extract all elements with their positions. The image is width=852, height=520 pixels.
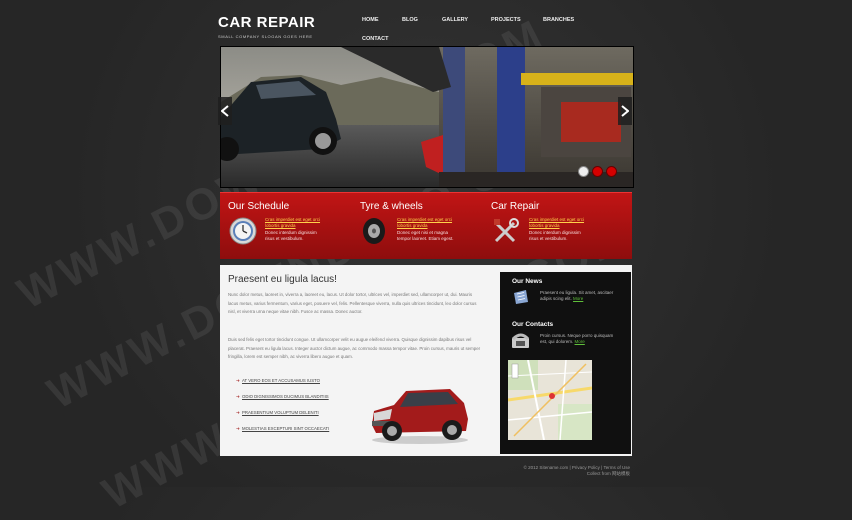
news-more-link[interactable]: More bbox=[573, 296, 583, 301]
newspaper-icon bbox=[514, 290, 528, 304]
feature-text: Donec interdum dignissim risus et vestib… bbox=[529, 230, 581, 241]
phone-icon bbox=[511, 333, 530, 348]
red-suv-image bbox=[372, 389, 468, 444]
nav-projects[interactable]: PROJECTS bbox=[491, 17, 521, 23]
slider-pagination bbox=[578, 166, 617, 177]
slider-next-button[interactable] bbox=[618, 97, 632, 125]
chevron-right-icon bbox=[621, 105, 629, 117]
chevron-left-icon bbox=[221, 105, 229, 117]
main-paragraph: Nunc dolor metus, laoreet in, viverra a,… bbox=[228, 292, 477, 314]
feature-link[interactable]: Cras imperdiet est eget orci lobortis gr… bbox=[265, 217, 325, 229]
slider-dot[interactable] bbox=[592, 166, 603, 177]
news-title: Our News bbox=[512, 278, 543, 285]
contacts-more-link[interactable]: More bbox=[575, 339, 585, 344]
news-text: Praesent eu ligula. Sit amet, ascitaer a… bbox=[540, 290, 620, 302]
feature-link[interactable]: Cras imperdiet est eget orci lobortis gr… bbox=[529, 217, 589, 229]
nav-contact[interactable]: CONTACT bbox=[362, 36, 388, 42]
nav-blog[interactable]: BLOG bbox=[402, 17, 418, 23]
slide-image bbox=[221, 47, 633, 187]
list-item[interactable]: ➜ Praesentium voluptum deleniti bbox=[236, 410, 319, 416]
list-item-link[interactable]: Molestias excepturi sint occaecati bbox=[242, 426, 329, 431]
feature-link[interactable]: Cras imperdiet est eget orci lobortis gr… bbox=[397, 217, 457, 229]
location-map[interactable] bbox=[508, 360, 592, 440]
list-item-link[interactable]: At vero eos et accusamus iusto bbox=[242, 378, 320, 383]
list-item-link[interactable]: Praesentium voluptum deleniti bbox=[242, 410, 319, 415]
slider-dot[interactable] bbox=[578, 166, 589, 177]
nav-home[interactable]: HOME bbox=[362, 17, 379, 23]
site-logo[interactable]: CAR REPAIR bbox=[218, 14, 315, 31]
collect-link[interactable]: Collect from 网站模板 bbox=[480, 471, 630, 477]
slider-dot[interactable] bbox=[606, 166, 617, 177]
terms-link[interactable]: Terms of Use bbox=[603, 465, 630, 470]
list-item[interactable]: ➜ Odio dignissimos ducimus blanditiis bbox=[236, 394, 329, 400]
site-slogan: SMALL COMPANY SLOGAN GOES HERE bbox=[218, 34, 313, 39]
nav-gallery[interactable]: GALLERY bbox=[442, 17, 468, 23]
list-item[interactable]: ➜ Molestias excepturi sint occaecati bbox=[236, 426, 329, 432]
main-title: Praesent eu ligula lacus! bbox=[228, 274, 337, 285]
list-item[interactable]: ➜ At vero eos et accusamus iusto bbox=[236, 378, 320, 384]
image-slider[interactable] bbox=[220, 46, 634, 188]
tools-icon bbox=[494, 218, 519, 243]
main-paragraph: Duis sed felis eget tortor tincidunt con… bbox=[228, 337, 481, 359]
tyre-icon bbox=[363, 218, 385, 244]
feature-text: Donec interdum dignissim risus et vestib… bbox=[265, 230, 317, 241]
list-item-link[interactable]: Odio dignissimos ducimus blanditiis bbox=[242, 394, 329, 399]
contacts-title: Our Contacts bbox=[512, 321, 554, 328]
feature-text: Donec eget nisi et magna tempor laoreet.… bbox=[397, 230, 454, 241]
contacts-text: Proin cursus. Neque porro quisquam est, … bbox=[540, 333, 620, 345]
nav-branches[interactable]: BRANCHES bbox=[543, 17, 574, 23]
footer: © 2012 Sitename.com | Privacy Policy | T… bbox=[480, 465, 630, 477]
feature-title: Tyre & wheels bbox=[360, 201, 423, 212]
feature-title: Car Repair bbox=[491, 201, 540, 212]
clock-icon bbox=[229, 217, 257, 245]
slider-prev-button[interactable] bbox=[218, 97, 232, 125]
feature-title: Our Schedule bbox=[228, 201, 290, 212]
privacy-link[interactable]: Privacy Policy bbox=[572, 465, 600, 470]
copyright-text: © 2012 Sitename.com bbox=[523, 465, 569, 470]
